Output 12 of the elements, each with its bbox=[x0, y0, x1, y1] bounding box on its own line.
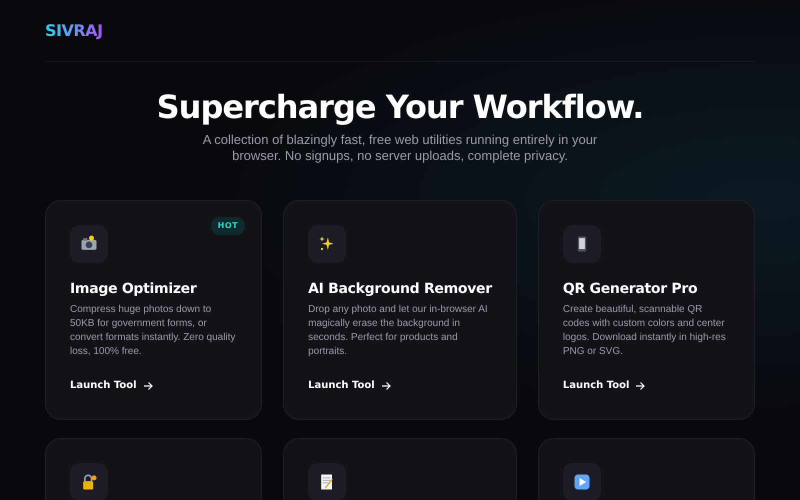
card-title: Image Optimizer bbox=[70, 281, 198, 298]
card-title: AI Background Remover bbox=[308, 281, 492, 298]
card-description: Drop any photo and let our in-browser AI magically erase the background in seconds. Perfect for products and portraits. bbox=[308, 303, 489, 360]
hero-title: Supercharge Your Workflow. bbox=[156, 88, 644, 126]
card-description: Compress huge photos down to 50KB for government forms, or convert formats instantly. Zero quality loss, 100% free. bbox=[70, 303, 236, 360]
card-description: Create beautiful, scannable QR codes with custom colors and center logos. Download instantly in high-res PNG or SVG. bbox=[562, 303, 727, 360]
hero-subtitle: A collection of blazingly fast, free web utilities running entirely in your browser. No signups, no server uploads, complete privacy. bbox=[202, 132, 598, 164]
launch-tool-link[interactable]: Launch Tool bbox=[562, 378, 646, 394]
launch-tool-link[interactable]: Launch Tool bbox=[70, 378, 153, 394]
card-title: QR Generator Pro bbox=[562, 281, 698, 298]
hot-badge: HOT bbox=[210, 217, 246, 236]
launch-tool-link[interactable]: Launch Tool bbox=[308, 378, 391, 394]
